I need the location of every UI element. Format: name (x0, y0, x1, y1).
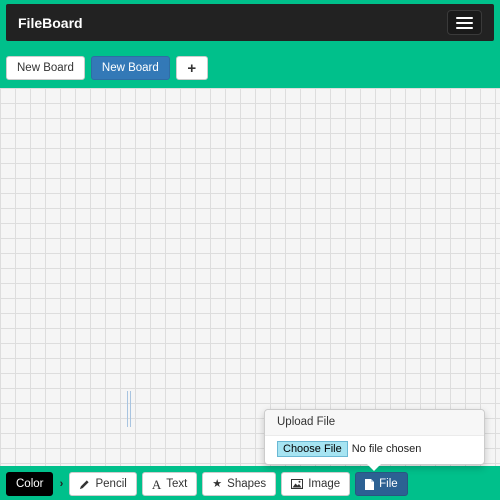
hamburger-icon (456, 21, 473, 24)
navbar: FileBoard (6, 4, 494, 41)
file-label: File (379, 478, 398, 490)
text-tool-button[interactable]: A Text (141, 472, 198, 496)
shapes-label: Shapes (227, 478, 267, 490)
color-button[interactable]: Color (6, 472, 54, 496)
file-tool-button[interactable]: File (355, 472, 408, 496)
popover-arrow (367, 464, 381, 471)
plus-icon: + (187, 59, 197, 77)
upload-file-popover: Upload File Choose File No file chosen (264, 409, 485, 465)
picture-icon (291, 479, 304, 489)
popover-body: Choose File No file chosen (265, 436, 484, 462)
choose-file-button[interactable]: Choose File (277, 441, 348, 457)
pencil-label: Pencil (95, 478, 127, 490)
file-icon (365, 478, 375, 490)
brand-title[interactable]: FileBoard (18, 15, 83, 31)
chevron-right-icon[interactable]: › (53, 472, 69, 496)
text-label: Text (166, 478, 188, 490)
image-tool-button[interactable]: Image (281, 472, 351, 496)
add-board-button[interactable]: + (175, 56, 208, 80)
canvas-selection-mark (127, 391, 131, 427)
board-tabs: New Board New Board + (6, 56, 208, 80)
font-icon: A (151, 476, 162, 492)
board-tab-1[interactable]: New Board (6, 56, 85, 80)
image-label: Image (308, 478, 341, 490)
board-tab-2[interactable]: New Board (90, 56, 170, 80)
star-icon: ★ (212, 477, 223, 490)
menu-toggle-button[interactable] (447, 10, 482, 35)
bottom-toolbar: Color › Pencil A Text ★ Shapes Image Fil… (6, 472, 413, 496)
popover-title: Upload File (265, 410, 484, 436)
shapes-tool-button[interactable]: ★ Shapes (202, 472, 277, 496)
pencil-tool-button[interactable]: Pencil (69, 472, 137, 496)
file-status-text: No file chosen (351, 443, 422, 455)
hamburger-icon (456, 26, 473, 29)
app-frame: FileBoard New Board New Board + Upload F… (0, 0, 500, 500)
pencil-icon (79, 479, 90, 490)
hamburger-icon (456, 16, 473, 19)
color-label: Color (16, 478, 44, 490)
